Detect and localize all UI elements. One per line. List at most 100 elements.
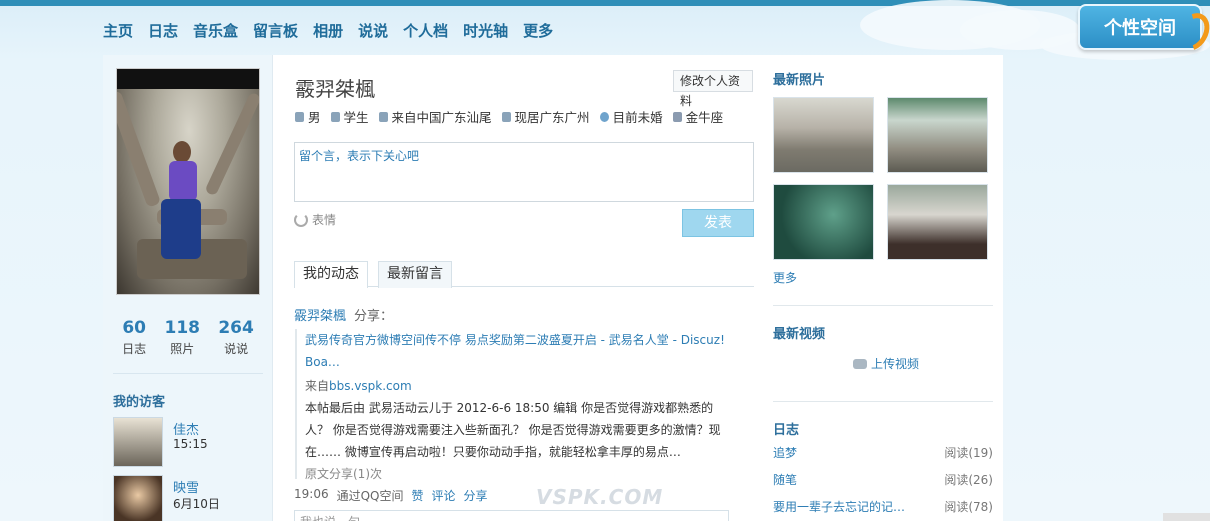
emoji-button[interactable]: 表情 [294, 211, 336, 228]
photo-thumbnail[interactable] [773, 97, 874, 173]
blog-item-reads: 阅读(19) [944, 446, 993, 460]
star-icon [672, 111, 682, 122]
like-link[interactable]: 赞 [412, 487, 424, 504]
blog-title: 日志 [773, 423, 800, 438]
info-text: 来自中国广东汕尾 [391, 110, 492, 125]
stat-number: 118 [164, 318, 201, 338]
nav-profile[interactable]: 个人档 [403, 22, 448, 40]
horizontal-scrollbar[interactable] [1163, 513, 1210, 521]
main-column: 霰羿桀楓 修改个人资料 男 学生 来自中国广东汕尾 现居广东广州 目前未婚 金牛… [293, 55, 754, 521]
info-text: 现居广东广州 [514, 110, 590, 125]
divider [113, 373, 263, 374]
share-body: 本帖最后由 武易活动云儿于 2012-6-6 18:50 编辑 你是否觉得游戏都… [305, 401, 721, 459]
feed-actions: 19:06 通过QQ空间 赞 评论 分享 [294, 487, 488, 504]
building-icon [501, 111, 511, 122]
comment-link[interactable]: 评论 [432, 487, 456, 504]
profile-avatar[interactable] [116, 68, 260, 295]
gender-icon [295, 111, 304, 122]
source-link[interactable]: bbs.vspk.com [329, 379, 412, 393]
divider [773, 401, 993, 402]
customize-space-button[interactable]: 个性空间 [1078, 4, 1210, 57]
photos-title: 最新照片 [773, 73, 826, 88]
shared-post: 武易传奇官方微博空间传不停 易点奖励第二波盛夏开启 - 武易名人堂 - Disc… [295, 329, 733, 481]
info-hometown: 来自中国广东汕尾 [378, 107, 492, 126]
video-icon [853, 358, 867, 369]
stat-label: 照片 [170, 342, 195, 356]
source-prefix: 来自 [305, 379, 330, 393]
visitor-avatar[interactable] [113, 475, 163, 521]
blog-item-title[interactable]: 随笔 [773, 471, 797, 488]
left-sidebar: 60 日志 118 照片 264 说说 我的访客 佳杰 15:15 映雪 6月1… [103, 55, 273, 521]
info-gender: 男 [295, 107, 321, 126]
visitors-title: 我的访客 [113, 395, 166, 410]
photo-thumbnail[interactable] [887, 184, 988, 260]
info-occupation: 学生 [330, 107, 369, 126]
visitor-time: 15:15 [173, 437, 208, 451]
edit-profile-button[interactable]: 修改个人资料 [673, 70, 753, 108]
nav-music[interactable]: 音乐盒 [193, 22, 238, 40]
info-text: 男 [308, 110, 321, 125]
visitor-time: 6月10日 [173, 497, 220, 511]
page-container: 60 日志 118 照片 264 说说 我的访客 佳杰 15:15 映雪 6月1… [103, 55, 1003, 521]
stat-label: 日志 [122, 342, 147, 356]
feed-header: 霰羿桀楓 分享： [294, 305, 393, 324]
upload-label: 上传视频 [871, 357, 920, 371]
tab-my-feed[interactable]: 我的动态 [294, 261, 368, 288]
message-input[interactable]: 留个言，表示下关心吧 [294, 142, 754, 202]
info-residence: 现居广东广州 [501, 107, 590, 126]
id-card-icon [330, 111, 340, 122]
share-source: 来自bbs.vspk.com [305, 377, 733, 395]
tab-latest-messages[interactable]: 最新留言 [378, 261, 452, 288]
avatar-photo [117, 89, 259, 294]
divider [773, 305, 993, 306]
profile-info: 男 学生 来自中国广东汕尾 现居广东广州 目前未婚 金牛座 [295, 107, 723, 126]
nav-album[interactable]: 相册 [313, 22, 343, 40]
upload-video-link[interactable]: 上传视频 [853, 355, 919, 372]
stat-blogs[interactable]: 60 日志 [122, 318, 146, 357]
blog-item-reads: 阅读(26) [944, 473, 993, 487]
videos-title: 最新视频 [773, 327, 826, 342]
blog-item-reads: 阅读(78) [944, 500, 993, 514]
feed-action: 分享： [354, 309, 394, 324]
share-link[interactable]: 分享 [464, 487, 488, 504]
stat-number: 264 [218, 318, 254, 338]
heart-icon [599, 111, 609, 122]
stat-label: 说说 [224, 342, 249, 356]
stat-number: 60 [122, 318, 146, 338]
stat-photos[interactable]: 118 照片 [165, 318, 201, 357]
stat-shuoshuo[interactable]: 264 说说 [218, 318, 254, 357]
blog-item[interactable]: 追梦 阅读(19) [773, 444, 993, 461]
photo-thumbnail[interactable] [773, 184, 874, 260]
right-sidebar: 最新照片 更多 最新视频 上传视频 日志 追梦 阅读(19) 随笔 阅读(26)… [763, 55, 993, 521]
feed-author[interactable]: 霰羿桀楓 [294, 309, 346, 324]
info-zodiac: 金牛座 [672, 107, 723, 126]
info-text: 学生 [343, 110, 369, 125]
photo-thumbnail[interactable] [887, 97, 988, 173]
blog-item[interactable]: 要用一辈子去忘记的记… 阅读(78) [773, 498, 993, 515]
blog-item[interactable]: 随笔 阅读(26) [773, 471, 993, 488]
nav-shuoshuo[interactable]: 说说 [358, 22, 388, 40]
blog-item-title[interactable]: 要用一辈子去忘记的记… [773, 498, 905, 515]
more-photos-link[interactable]: 更多 [773, 269, 797, 286]
nav-home[interactable]: 主页 [103, 22, 133, 40]
share-count[interactable]: 原文分享(1)次 [305, 465, 733, 483]
blog-item-title[interactable]: 追梦 [773, 444, 797, 461]
submit-button[interactable]: 发表 [682, 209, 754, 237]
nav-blog[interactable]: 日志 [148, 22, 178, 40]
profile-name: 霰羿桀楓 [295, 77, 375, 101]
visitor-name[interactable]: 映雪 [173, 477, 199, 496]
nav-guestbook[interactable]: 留言板 [253, 22, 298, 40]
nav-more[interactable]: 更多 [523, 22, 553, 40]
nav-timeline[interactable]: 时光轴 [463, 22, 508, 40]
visitor-name[interactable]: 佳杰 [173, 419, 199, 438]
visitor-avatar[interactable] [113, 417, 163, 467]
visitor-item[interactable]: 映雪 6月10日 [113, 475, 263, 521]
home-icon [378, 111, 388, 122]
watermark: VSPK.COM [536, 485, 664, 509]
profile-stats: 60 日志 118 照片 264 说说 [103, 318, 273, 357]
visitor-item[interactable]: 佳杰 15:15 [113, 417, 263, 467]
top-accent-bar [0, 0, 1210, 6]
share-title-link[interactable]: 武易传奇官方微博空间传不停 易点奖励第二波盛夏开启 - 武易名人堂 - Disc… [305, 329, 733, 373]
comment-input[interactable]: 我也说一句 [294, 510, 729, 521]
emoji-label: 表情 [312, 213, 337, 227]
